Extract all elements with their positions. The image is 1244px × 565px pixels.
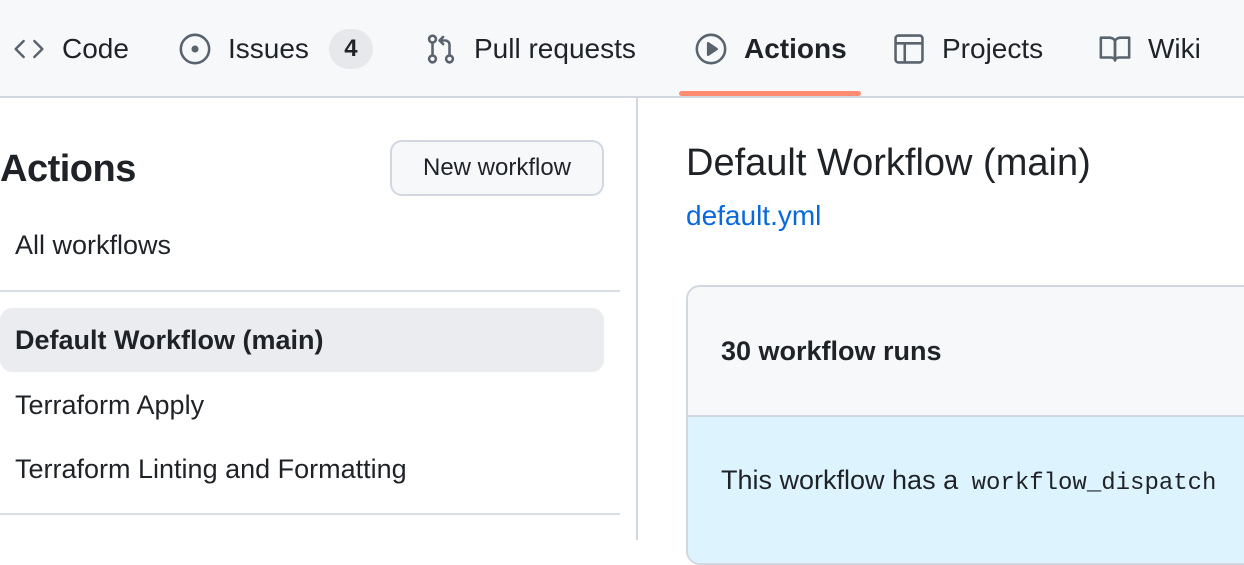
workflow-dispatch-banner: This workflow has a workflow_dispatch [688,417,1244,563]
selected-tab-underline [679,91,861,96]
tab-issues-label: Issues [228,33,309,64]
tab-code[interactable]: Code [12,0,129,98]
table-icon [892,32,926,66]
actions-sidebar: Actions New workflow All workflows Defau… [0,98,638,540]
book-icon [1098,32,1132,66]
workflow-file-link[interactable]: default.yml [686,200,821,232]
sidebar-divider [0,290,620,292]
sidebar-divider [0,513,620,515]
workflow-item-label: Terraform Linting and Formatting [15,453,407,484]
play-icon [694,32,728,66]
all-workflows-link[interactable]: All workflows [15,230,171,261]
tab-pull-requests-label: Pull requests [474,33,636,64]
workflow-item-label: Terraform Apply [15,389,205,420]
workflow-runs-box: 30 workflow runs This workflow has a wor… [686,285,1244,565]
workflow-runs-header: 30 workflow runs [688,287,1244,417]
page-title: Default Workflow (main) [686,142,1091,184]
tab-pull-requests[interactable]: Pull requests [424,0,636,98]
tab-code-label: Code [62,33,129,64]
dispatch-notice: This workflow has a workflow_dispatch [721,465,1216,497]
git-pull-request-icon [424,32,458,66]
workflow-runs-count: 30 workflow runs [721,335,942,366]
issue-opened-icon [178,32,212,66]
sidebar-title: Actions [0,148,136,190]
workflow-item-default-workflow[interactable]: Default Workflow (main) [0,308,604,372]
code-icon [12,32,46,66]
dispatch-notice-code: workflow_dispatch [971,470,1217,497]
tab-issues[interactable]: Issues 4 [178,0,373,98]
workflow-item-label: Default Workflow (main) [15,324,324,355]
tab-projects-label: Projects [942,33,1044,64]
tab-actions[interactable]: Actions [694,0,847,98]
tab-actions-label: Actions [744,33,847,64]
tab-wiki[interactable]: Wiki [1098,0,1201,98]
workflow-item-terraform-linting[interactable]: Terraform Linting and Formatting [0,437,604,501]
new-workflow-button[interactable]: New workflow [390,140,604,196]
issues-counter-badge: 4 [328,29,373,69]
workflow-item-terraform-apply[interactable]: Terraform Apply [0,373,604,437]
tab-wiki-label: Wiki [1148,33,1201,64]
dispatch-notice-text: This workflow has a [721,465,959,495]
repo-nav: Code Issues 4 Pull requests Actions Proj… [0,0,1244,98]
tab-projects[interactable]: Projects [892,0,1043,98]
